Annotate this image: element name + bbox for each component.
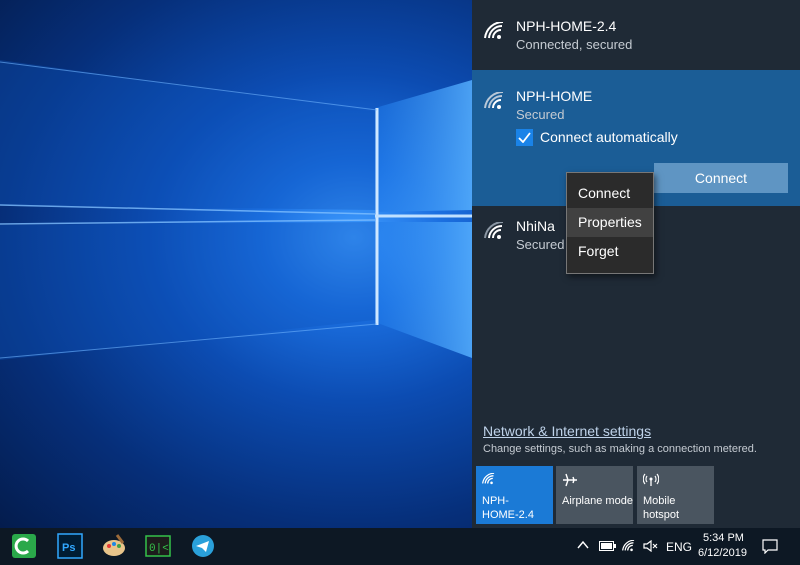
clock-date[interactable]: 6/12/2019 [698, 547, 747, 559]
quick-action-label: Mobile hotspot [643, 495, 680, 521]
quick-action-label: NPH- HOME-2.4 [482, 495, 534, 521]
chevron-up-icon[interactable] [577, 540, 589, 550]
connect-automatically-label: Connect automatically [540, 129, 678, 145]
menu-item-properties[interactable]: Properties [567, 208, 653, 237]
camtasia-icon[interactable] [11, 533, 37, 559]
connect-automatically-checkbox[interactable] [516, 129, 533, 146]
wifi-icon [482, 473, 495, 485]
quick-action-wifi[interactable]: NPH- HOME-2.4 [476, 466, 553, 524]
telegram-icon[interactable] [190, 533, 216, 559]
wifi-icon [484, 22, 504, 39]
taskbar: Ps 0|< ENG 5:34 PM 6/12/2019 [0, 528, 800, 565]
photoshop-icon[interactable]: Ps [57, 533, 83, 559]
network-status: Secured [516, 107, 565, 122]
language-indicator[interactable]: ENG [666, 540, 692, 554]
network-ssid: NhiNa [516, 218, 555, 234]
windows-logo-light [0, 60, 472, 360]
wifi-icon [484, 92, 504, 109]
connect-button[interactable]: Connect [654, 163, 788, 193]
network-ssid: NPH-HOME-2.4 [516, 18, 617, 34]
menu-item-forget[interactable]: Forget [567, 237, 653, 266]
volume-muted-icon[interactable] [643, 540, 659, 552]
terminal-icon[interactable]: 0|< [145, 533, 171, 559]
airplane-icon [563, 473, 577, 487]
wifi-icon[interactable] [622, 540, 636, 552]
clock-time[interactable]: 5:34 PM [703, 532, 744, 544]
network-settings-description: Change settings, such as making a connec… [483, 443, 757, 455]
quick-action-airplane-mode[interactable]: Airplane mode [556, 466, 633, 524]
menu-item-connect[interactable]: Connect [567, 179, 653, 208]
network-ssid: NPH-HOME [516, 88, 593, 104]
network-status: Connected, secured [516, 37, 633, 52]
network-status: Secured [516, 237, 565, 252]
svg-text:Ps: Ps [62, 542, 75, 554]
desktop-wallpaper [0, 0, 472, 528]
hotspot-icon [643, 473, 659, 486]
svg-text:0|<: 0|< [149, 543, 169, 555]
battery-icon[interactable] [599, 541, 616, 551]
checkmark-icon [518, 132, 531, 143]
wifi-icon [484, 222, 504, 239]
quick-action-label: Airplane mode [562, 495, 633, 507]
paint-icon[interactable] [101, 533, 127, 559]
network-item[interactable]: NPH-HOME-2.4 Connected, secured [472, 0, 800, 68]
action-center-icon[interactable] [762, 539, 778, 554]
quick-action-mobile-hotspot[interactable]: Mobile hotspot [637, 466, 714, 524]
network-context-menu: Connect Properties Forget [566, 172, 654, 274]
network-settings-link[interactable]: Network & Internet settings [483, 423, 651, 439]
